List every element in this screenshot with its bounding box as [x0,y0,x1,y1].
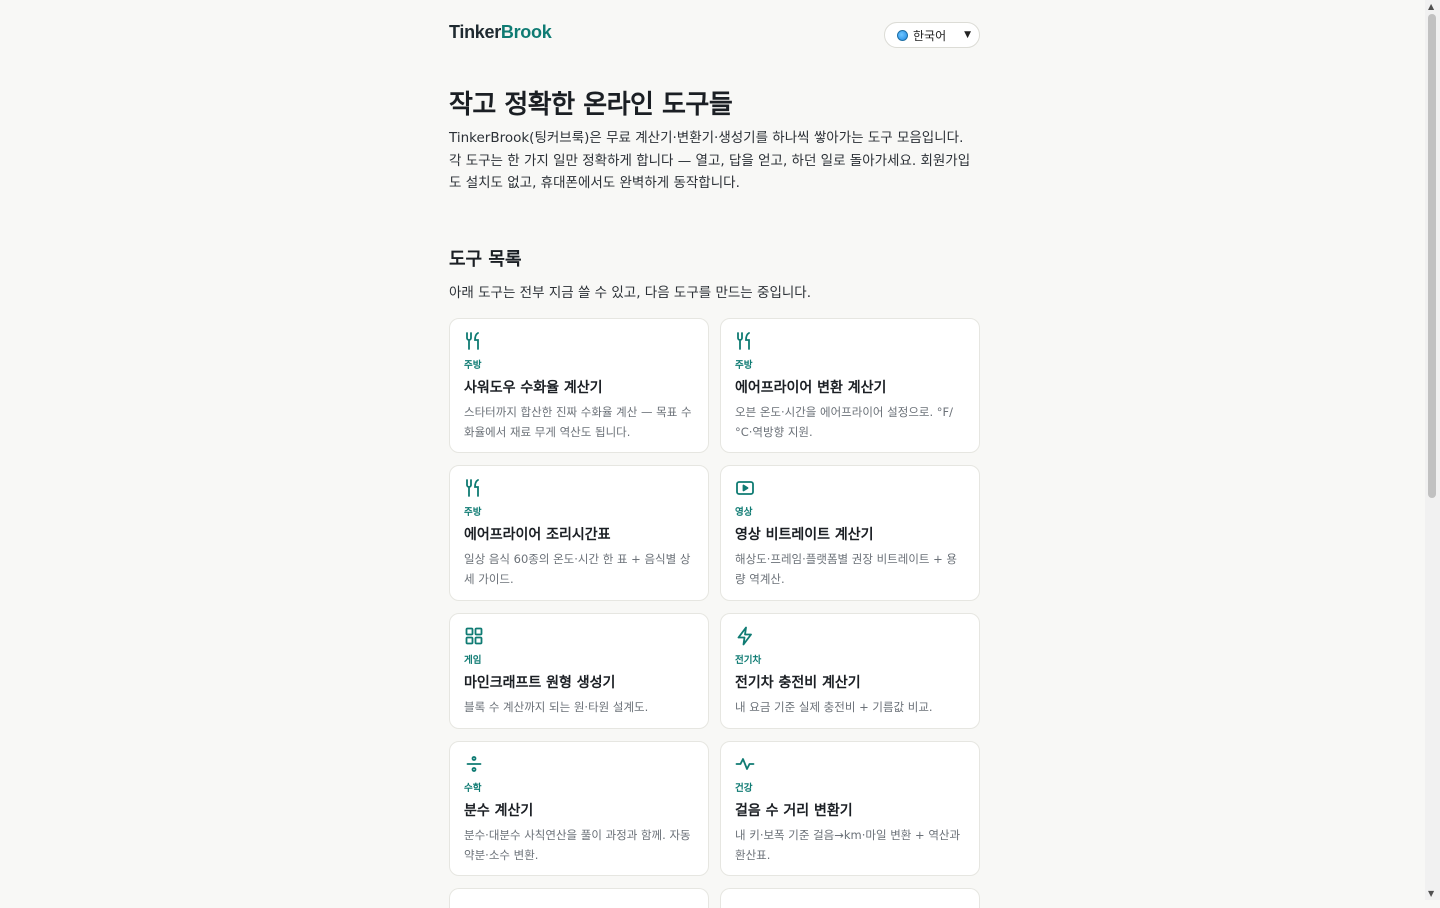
scrollbar[interactable]: ▲ ▼ [1425,0,1440,900]
intro-text: TinkerBrook(팅커브룩)은 무료 계산기·변환기·생성기를 하나씩 쌓… [449,130,971,191]
page-title: 작고 정확한 온라인 도구들 [449,90,733,120]
tool-description: 내 요금 기준 실제 충전비 + 기름값 비교. [735,700,933,714]
tool-card-partial[interactable] [449,888,709,908]
tool-title: 영상 비트레이트 계산기 [735,527,874,543]
scroll-up-arrow-icon[interactable]: ▲ [1428,2,1434,11]
tool-card[interactable]: 전기차 전기차 충전비 계산기 내 요금 기준 실제 충전비 + 기름값 비교. [720,613,980,729]
page: TinkerBrook 한국어 ▼ 작고 정확한 온라인 도구들 TinkerB… [449,0,980,908]
site-header: TinkerBrook 한국어 ▼ [449,0,980,70]
chevron-down-icon: ▼ [964,30,971,40]
tool-category: 전기차 [735,655,762,666]
tool-card[interactable]: 수학 분수 계산기 분수·대분수 사칙연산을 풀이 과정과 함께. 자동 약분·… [449,741,709,876]
scroll-down-arrow-icon[interactable]: ▼ [1428,889,1434,898]
language-label: 한국어 [913,28,947,43]
tool-title: 분수 계산기 [464,803,534,819]
utensils-icon [464,478,486,500]
tool-title: 에어프라이어 변환 계산기 [735,380,887,396]
utensils-icon [464,331,486,353]
tool-title: 마인크래프트 원형 생성기 [464,675,616,691]
tool-description: 내 키·보폭 기준 걸음→km·마일 변환 + 역산과 환산표. [735,828,961,862]
tool-category: 주방 [735,360,753,371]
tool-category: 수학 [464,783,482,794]
logo-text: Tinker [449,22,501,42]
tool-card[interactable]: 주방 에어프라이어 조리시간표 일상 음식 60종의 온도·시간 한 표 + 음… [449,465,709,601]
tool-description: 일상 음식 60종의 온도·시간 한 표 + 음식별 상세 가이드. [464,552,691,586]
logo-text-accent: Brook [500,22,552,42]
grid-blocks-icon [464,626,486,648]
language-select[interactable]: 한국어 ▼ [884,22,980,48]
tool-description: 해상도·프레임·플랫폼별 권장 비트레이트 + 용량 역계산. [735,552,958,586]
tool-card[interactable]: 주방 사워도우 수화율 계산기 스타터까지 합산한 진짜 수화율 계산 — 목표… [449,318,709,453]
utensils-icon [735,331,757,353]
tool-category: 주방 [464,507,482,518]
tool-category: 주방 [464,360,482,371]
divide-icon [464,754,486,776]
tool-description: 분수·대분수 사칙연산을 풀이 과정과 함께. 자동 약분·소수 변환. [464,828,691,862]
tool-description: 스타터까지 합산한 진짜 수화율 계산 — 목표 수화율에서 재료 무게 역산도… [464,405,692,439]
tool-card-partial[interactable] [720,888,980,908]
globe-icon [897,29,908,41]
tool-description: 블록 수 계산까지 되는 원·타원 설계도. [464,700,649,714]
site-logo[interactable]: TinkerBrook [449,22,552,43]
tool-title: 걸음 수 거리 변환기 [735,803,853,819]
play-video-icon [735,478,757,500]
lightning-icon [735,626,757,648]
tool-card[interactable]: 영상 영상 비트레이트 계산기 해상도·프레임·플랫폼별 권장 비트레이트 + … [720,465,980,601]
tool-title: 전기차 충전비 계산기 [735,675,861,691]
tool-description: 오븐 온도·시간을 에어프라이어 설정으로. °F/°C·역방향 지원. [735,405,954,439]
tools-subheading: 아래 도구는 전부 지금 쓸 수 있고, 다음 도구를 만드는 중입니다. [449,285,811,301]
scrollbar-thumb[interactable] [1428,14,1436,498]
tool-title: 에어프라이어 조리시간표 [464,527,611,543]
tool-category: 건강 [735,783,753,794]
tool-card[interactable]: 건강 걸음 수 거리 변환기 내 키·보폭 기준 걸음→km·마일 변환 + 역… [720,741,980,876]
tool-card[interactable]: 게임 마인크래프트 원형 생성기 블록 수 계산까지 되는 원·타원 설계도. [449,613,709,729]
tool-title: 사워도우 수화율 계산기 [464,380,603,396]
tool-category: 게임 [464,655,482,666]
pulse-icon [735,754,757,776]
tools-heading: 도구 목록 [449,249,522,270]
tool-category: 영상 [735,507,753,518]
tool-card[interactable]: 주방 에어프라이어 변환 계산기 오븐 온도·시간을 에어프라이어 설정으로. … [720,318,980,453]
